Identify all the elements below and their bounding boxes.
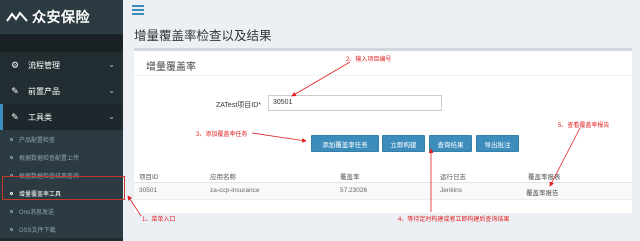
add-coverage-task-button[interactable]: 添加覆盖率任务 [311,135,379,152]
annotation-step2: 2、输入项目编号 [346,57,392,63]
topbar [123,0,640,20]
table-cell: 30501 [139,187,158,194]
logo-icon [6,11,28,22]
chevron-down-icon: ⌄ [108,60,115,69]
col-header: 运行日志 [440,174,466,181]
submenu-label: 根据数据检查配置上传 [19,155,80,162]
col-header: 覆盖率 [340,174,360,181]
col-header: 覆盖率报表 [528,174,561,181]
submenu-label: Ons消息发送 [19,209,55,216]
sidebar-item-process[interactable]: ⚙ 流程管理 ⌄ [0,52,123,78]
annotation-step3: 3、添加覆盖率任务 [196,132,248,138]
query-result-button[interactable]: 查询结果 [429,135,472,152]
circle-icon [10,137,13,141]
edit-icon: ✎ [11,85,19,96]
submenu-item-upload[interactable]: 根据数据检查配置上传 [0,148,123,166]
edit-icon: ✎ [11,111,19,122]
panel-title: 增量覆盖率 [146,62,196,73]
submenu-label: OSS文件下载 [19,227,56,234]
page-title: 增量覆盖率检查以及结果 [134,29,272,43]
col-header: 应用名称 [210,174,236,181]
project-id-label: ZATest项目ID* [216,102,261,109]
chevron-down-icon: ⌄ [108,86,115,95]
menu-entry-highlight [2,176,125,200]
sitemap-icon: ⚙ [10,59,20,70]
menu-toggle-icon[interactable] [132,5,144,15]
annotation-step1: 1、菜单入口 [142,217,176,223]
table-cell: 57.23026 [340,187,368,194]
sidebar-item-preproduct[interactable]: ✎ 前置产品 ⌄ [0,78,123,104]
sidebar-item-label: 工具类 [28,112,52,122]
col-header: 项目ID [139,174,159,181]
submenu-item-ons[interactable]: Ons消息发送 [0,202,123,220]
submenu-label: 产品配置检查 [19,137,56,144]
panel-divider [134,75,632,76]
build-now-button[interactable]: 立即构建 [382,135,425,152]
annotation-step4: 4、等待定时构建或者立即构建后查询结果 [398,217,510,223]
table-cell: Jenkins [440,187,463,194]
submenu-item-product-check[interactable]: 产品配置检查 [0,130,123,148]
submenu-item-oss[interactable]: OSS文件下载 [0,220,123,238]
sidebar-item-label: 前置产品 [28,86,60,96]
table-cell: za-ccp-insurance [210,187,260,194]
project-id-input[interactable]: 30501 [268,95,442,111]
sidebar-item-tools[interactable]: ✎ 工具类 ⌄ [0,104,123,130]
logo-text: 众安保险 [32,9,90,25]
chevron-down-icon: ⌄ [108,112,115,121]
circle-icon [10,155,13,159]
coverage-report-link[interactable]: 覆盖率报告 [526,187,559,197]
circle-icon [10,227,13,231]
logo[interactable]: 众安保险 [0,0,123,34]
annotation-step5: 5、查看覆盖率报告 [558,123,610,129]
export-notes-button[interactable]: 导出批注 [476,135,519,152]
circle-icon [10,209,13,213]
sidebar-divider [0,34,123,52]
sidebar-item-label: 流程管理 [28,60,60,70]
sidebar: 众安保险 ⚙ 流程管理 ⌄ ✎ 前置产品 ⌄ ✎ 工具类 ⌄ 产品配置检查 根据… [0,0,123,241]
